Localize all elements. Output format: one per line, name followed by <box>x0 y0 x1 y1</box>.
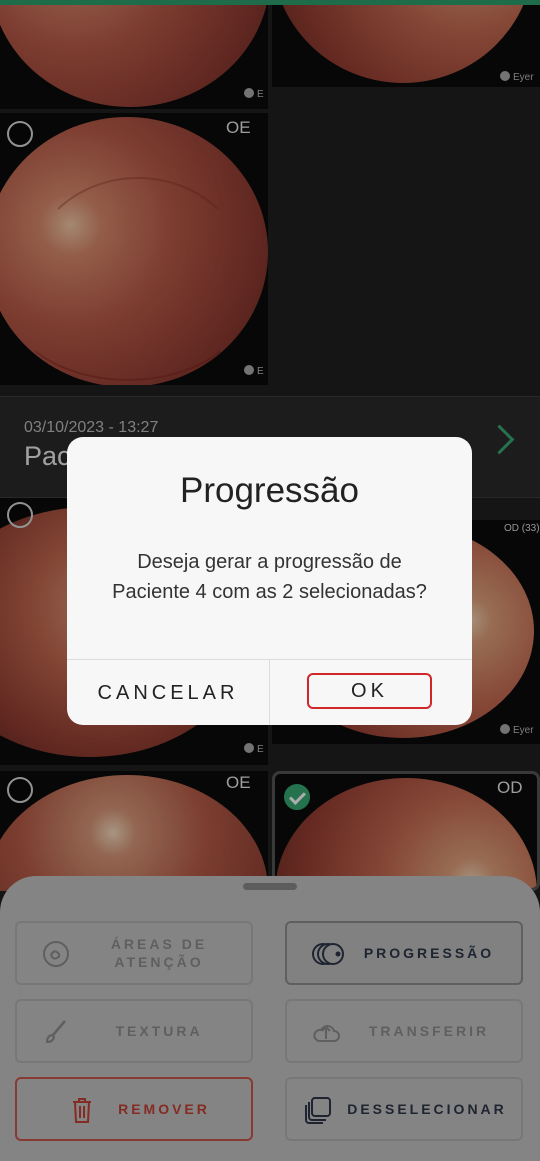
dialog-message-line1: Deseja gerar a progressão de <box>137 551 402 573</box>
ok-button[interactable]: OK <box>307 673 432 709</box>
dialog-title: Progressão <box>180 471 359 510</box>
progressao-dialog: Progressão Deseja gerar a progressão de … <box>67 437 472 725</box>
dialog-message: Deseja gerar a progressão de Paciente 4 … <box>85 547 454 607</box>
cancel-button[interactable]: CANCELAR <box>67 660 269 725</box>
dialog-divider <box>269 660 270 725</box>
dialog-message-line2: Paciente 4 com as 2 selecionadas? <box>112 581 427 603</box>
dialog-actions: CANCELAR OK <box>67 659 472 725</box>
